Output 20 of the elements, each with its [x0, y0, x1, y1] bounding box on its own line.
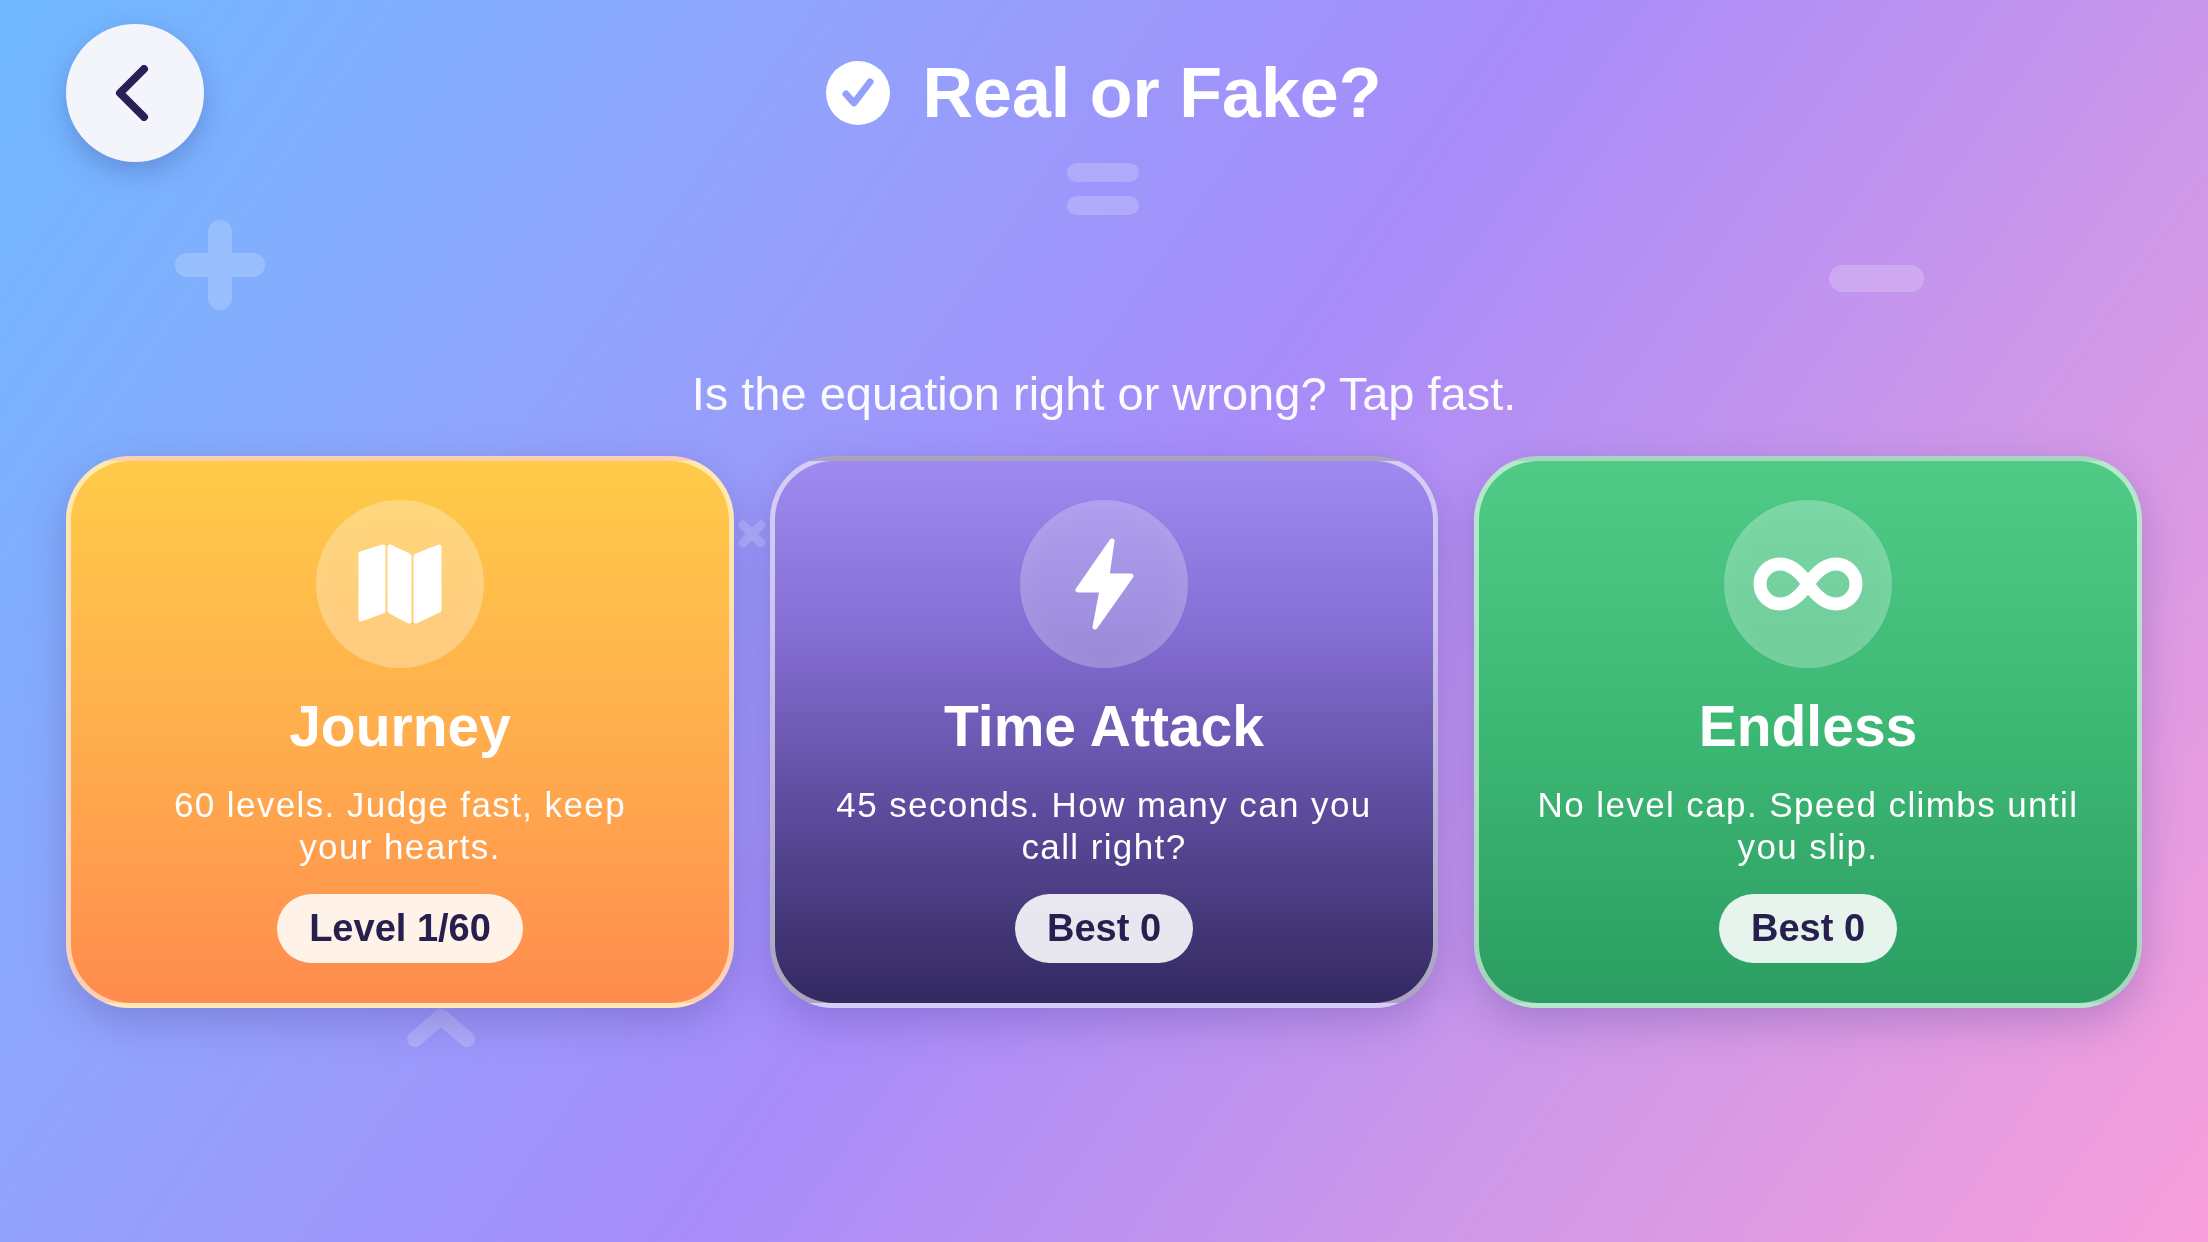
mode-description: 60 levels. Judge fast, keep your hearts. [172, 784, 628, 868]
mode-card[interactable]: Endless No level cap. Speed climbs until you slip. Best 0 [1474, 456, 2142, 1008]
chevron-left-icon [115, 65, 149, 121]
mode-title: Time Attack [944, 694, 1264, 759]
stat-badge: Level 1/60 [277, 894, 523, 963]
mode-card[interactable]: Journey 60 levels. Judge fast, keep your hearts. Level 1/60 [66, 456, 734, 1008]
screen-title: Real or Fake? [922, 53, 1382, 134]
caret-up-icon [406, 1008, 476, 1048]
plus-icon [175, 220, 265, 310]
mode-description: No level cap. Speed climbs until you slip. [1536, 784, 2080, 868]
check-circle-icon [826, 61, 891, 125]
mode-description: 45 seconds. How many can you call right? [835, 784, 1373, 868]
stat-badge: Best 0 [1718, 894, 1898, 963]
equals-icon [1067, 163, 1139, 215]
mode-card[interactable]: Time Attack 45 seconds. How many can you call right? Best 0 [770, 456, 1438, 1008]
mode-title: Journey [289, 694, 511, 759]
instruction-text: Is the equation right or wrong? Tap fast. [691, 366, 1517, 422]
times-icon [738, 520, 766, 548]
stat-badge: Best 0 [1014, 894, 1194, 963]
mode-title: Endless [1698, 694, 1918, 759]
